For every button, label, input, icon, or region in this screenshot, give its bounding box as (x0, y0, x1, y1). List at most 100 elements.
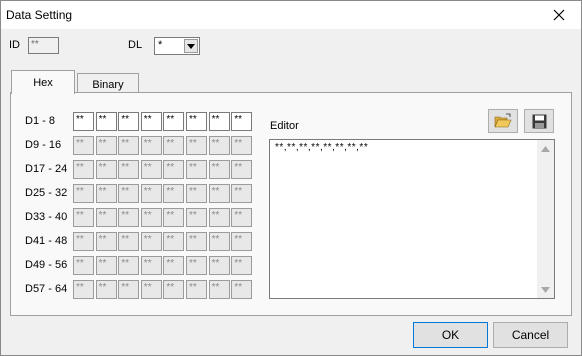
hex-byte-field[interactable]: ** (163, 184, 185, 203)
hex-byte-field[interactable]: ** (208, 184, 230, 203)
hex-byte-field[interactable]: ** (95, 184, 117, 203)
cancel-label: Cancel (511, 328, 550, 342)
hex-byte-field[interactable]: ** (163, 136, 185, 155)
editor-scrollbar[interactable] (537, 140, 554, 298)
hex-byte-field[interactable]: ** (186, 232, 207, 251)
window-title: Data Setting (6, 8, 73, 22)
hex-byte-field[interactable]: ** (163, 280, 185, 299)
hex-byte-field[interactable]: ** (95, 112, 117, 131)
hex-byte-field[interactable]: ** (118, 280, 140, 299)
hex-byte-field[interactable]: ** (95, 232, 117, 251)
hex-byte-field[interactable]: ** (186, 136, 207, 155)
row-label: D25 - 32 (25, 187, 68, 199)
hex-byte-field[interactable]: ** (208, 256, 230, 275)
hex-byte-field[interactable]: ** (140, 184, 162, 203)
hex-byte-field[interactable]: ** (186, 208, 207, 227)
row-label: D41 - 48 (25, 235, 68, 247)
hex-byte-field[interactable]: ** (73, 208, 94, 227)
hex-byte-field[interactable]: ** (231, 184, 253, 203)
hex-byte-field[interactable]: ** (73, 136, 94, 155)
hex-byte-field[interactable]: ** (186, 160, 207, 179)
hex-byte-field[interactable]: ** (73, 256, 94, 275)
hex-byte-field[interactable]: ** (118, 112, 140, 131)
hex-byte-field[interactable]: ** (118, 160, 140, 179)
hex-byte-field[interactable]: ** (208, 280, 230, 299)
hex-byte-field[interactable]: ** (163, 160, 185, 179)
id-field[interactable]: ** (28, 37, 59, 54)
hex-byte-field[interactable]: ** (95, 208, 117, 227)
editor-label: Editor (270, 120, 299, 132)
hex-byte-field[interactable]: ** (208, 112, 230, 131)
row-label: D49 - 56 (25, 259, 68, 271)
hex-byte-field[interactable]: ** (231, 160, 253, 179)
hex-byte-field[interactable]: ** (231, 232, 253, 251)
hex-byte-field[interactable]: ** (231, 112, 253, 131)
hex-byte-field[interactable]: ** (140, 136, 162, 155)
row-label: D33 - 40 (25, 211, 68, 223)
hex-byte-field[interactable]: ** (231, 280, 253, 299)
hex-byte-field[interactable]: ** (118, 184, 140, 203)
dl-value: * (158, 39, 163, 51)
dl-dropdown[interactable]: * (154, 37, 200, 55)
hex-byte-field[interactable]: ** (186, 280, 207, 299)
chevron-down-icon[interactable] (184, 39, 198, 53)
save-disk-icon (532, 114, 546, 128)
hex-byte-field[interactable]: ** (231, 208, 253, 227)
hex-byte-field[interactable]: ** (231, 136, 253, 155)
ok-button[interactable]: OK (413, 322, 488, 348)
hex-byte-field[interactable]: ** (140, 256, 162, 275)
hex-byte-field[interactable]: ** (73, 232, 94, 251)
hex-byte-field[interactable]: ** (186, 112, 207, 131)
row-label: D17 - 24 (25, 163, 68, 175)
hex-byte-field[interactable]: ** (95, 280, 117, 299)
hex-byte-field[interactable]: ** (231, 256, 253, 275)
tab-hex[interactable]: Hex (11, 70, 75, 94)
hex-byte-field[interactable]: ** (140, 208, 162, 227)
tab-hex-label: Hex (33, 76, 53, 89)
data-setting-dialog: Data Setting ID ** DL * Hex Binary D1 - … (0, 0, 582, 356)
hex-byte-field[interactable]: ** (186, 184, 207, 203)
save-file-button[interactable] (524, 109, 554, 133)
dl-label: DL (128, 39, 143, 51)
hex-byte-field[interactable]: ** (73, 280, 94, 299)
scroll-up-icon[interactable] (541, 146, 550, 152)
hex-byte-field[interactable]: ** (163, 112, 185, 131)
close-button[interactable] (537, 1, 581, 29)
hex-byte-field[interactable]: ** (208, 208, 230, 227)
hex-byte-field[interactable]: ** (140, 160, 162, 179)
scroll-down-icon[interactable] (541, 287, 550, 293)
title-bar: Data Setting (1, 1, 581, 29)
hex-byte-field[interactable]: ** (140, 112, 162, 131)
id-label: ID (9, 39, 20, 51)
hex-byte-field[interactable]: ** (140, 280, 162, 299)
hex-byte-field[interactable]: ** (95, 160, 117, 179)
close-icon (553, 9, 565, 21)
editor-text: **,**,**,**,**,**,**,** (275, 142, 369, 153)
hex-byte-field[interactable]: ** (163, 232, 185, 251)
hex-byte-field[interactable]: ** (163, 208, 185, 227)
hex-byte-field[interactable]: ** (118, 208, 140, 227)
hex-byte-field[interactable]: ** (118, 136, 140, 155)
open-file-button[interactable] (488, 109, 518, 133)
hex-byte-field[interactable]: ** (140, 232, 162, 251)
hex-byte-field[interactable]: ** (73, 184, 94, 203)
hex-byte-field[interactable]: ** (95, 136, 117, 155)
open-folder-icon (494, 113, 512, 128)
row-label: D57 - 64 (25, 283, 68, 295)
hex-byte-field[interactable]: ** (186, 256, 207, 275)
editor-textarea[interactable]: **,**,**,**,**,**,**,** (269, 139, 555, 299)
hex-byte-field[interactable]: ** (118, 256, 140, 275)
hex-byte-field[interactable]: ** (95, 256, 117, 275)
hex-byte-field[interactable]: ** (73, 112, 94, 131)
hex-byte-field[interactable]: ** (73, 160, 94, 179)
hex-byte-field[interactable]: ** (208, 136, 230, 155)
hex-byte-field[interactable]: ** (118, 232, 140, 251)
ok-label: OK (441, 328, 460, 342)
hex-byte-field[interactable]: ** (163, 256, 185, 275)
hex-byte-field[interactable]: ** (208, 160, 230, 179)
hex-byte-field[interactable]: ** (208, 232, 230, 251)
tab-binary-label: Binary (92, 78, 124, 91)
cancel-button[interactable]: Cancel (493, 322, 568, 348)
row-label: D1 - 8 (25, 115, 55, 127)
row-label: D9 - 16 (25, 139, 62, 151)
